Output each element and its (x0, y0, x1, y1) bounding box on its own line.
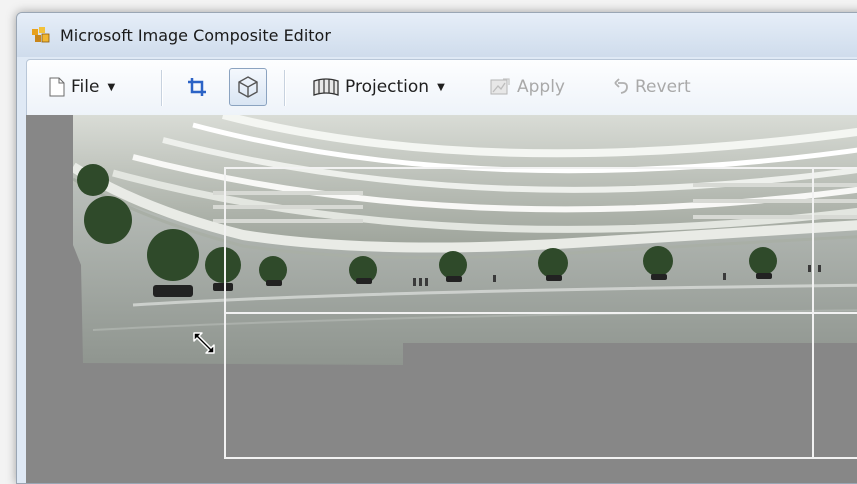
chevron-down-icon: ▼ (437, 81, 445, 93)
file-label: File (71, 77, 100, 97)
apply-label: Apply (517, 77, 565, 97)
app-window: Microsoft Image Composite Editor File ▼ (16, 12, 857, 484)
projection-label: Projection (345, 77, 430, 97)
crop-guide-horizontal (224, 312, 857, 314)
apply-button[interactable]: Apply (489, 72, 565, 102)
auto-crop-button[interactable] (229, 68, 267, 106)
cube-icon (238, 76, 258, 98)
revert-button[interactable]: Revert (613, 72, 691, 102)
chevron-down-icon: ▼ (107, 81, 116, 93)
projection-icon (313, 78, 339, 96)
resize-diagonal-cursor (193, 332, 215, 354)
toolbar: File ▼ Projection ▼ Apply Revert (26, 59, 857, 117)
file-menu-button[interactable]: File ▼ (49, 72, 115, 102)
image-canvas[interactable] (26, 115, 857, 483)
window-title: Microsoft Image Composite Editor (60, 26, 331, 45)
crop-icon (188, 78, 206, 96)
projection-menu-button[interactable]: Projection ▼ (313, 72, 445, 102)
ice-app-icon (32, 27, 50, 43)
file-icon (49, 77, 65, 97)
apply-icon (490, 78, 510, 95)
undo-icon (614, 78, 628, 94)
crop-button[interactable] (187, 72, 207, 102)
toolbar-separator (284, 70, 285, 106)
title-bar: Microsoft Image Composite Editor (17, 13, 857, 57)
revert-label: Revert (635, 77, 691, 97)
toolbar-separator (161, 70, 162, 106)
